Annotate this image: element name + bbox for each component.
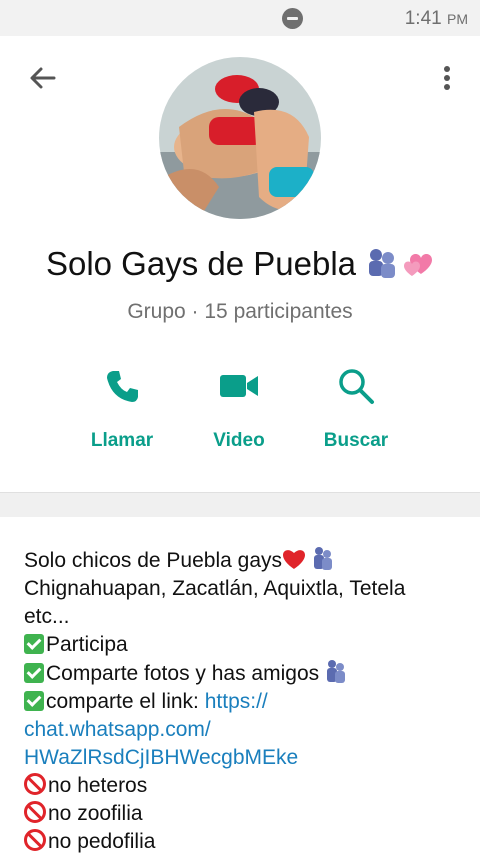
description-line: Comparte fotos y has amigos [24, 659, 464, 688]
check-mark-icon [24, 691, 44, 711]
description-line: etc... [24, 605, 70, 628]
more-vert-icon[interactable] [436, 64, 458, 94]
check-mark-icon [24, 634, 44, 654]
status-time: 1:41 PM [404, 8, 468, 29]
invite-link[interactable]: HWaZlRsdCjIBHWecgbMEke [24, 744, 464, 772]
invite-link[interactable]: https:// [205, 690, 268, 713]
group-avatar[interactable] [159, 57, 321, 219]
description-line: comparte el link: https:// [24, 688, 464, 716]
video-label: Video [213, 430, 265, 451]
description-line: Participa [24, 631, 464, 659]
arrow-left-icon[interactable] [26, 62, 58, 94]
description-line: no heteros [24, 772, 464, 800]
video-action[interactable]: Video [184, 366, 294, 452]
description-line: Solo chicos de Puebla gays [24, 546, 464, 575]
section-divider [0, 492, 480, 517]
red-heart-emoji [283, 550, 305, 569]
couple-emoji [327, 660, 346, 683]
couple-hearts-emoji [369, 249, 433, 279]
group-meta: Grupo · 15 participantes [127, 300, 353, 323]
status-bar: 1:41 PM [0, 0, 480, 36]
call-action[interactable]: Llamar [67, 366, 177, 452]
call-label: Llamar [90, 430, 154, 451]
search-icon [339, 369, 374, 404]
description-line: no zoofilia [24, 800, 464, 828]
couple-emoji [314, 547, 332, 570]
prohibited-icon [24, 829, 46, 851]
search-label: Buscar [323, 430, 389, 451]
search-action[interactable]: Buscar [301, 366, 411, 452]
group-name: Solo Gays de Puebla [45, 245, 357, 282]
group-title: Solo Gays de Puebla [0, 245, 480, 283]
video-icon [220, 375, 258, 397]
description-line: Chignahuapan, Zacatlán, Aquixtla, Tetela [24, 577, 406, 600]
prohibited-icon [24, 773, 46, 795]
check-mark-icon [24, 663, 44, 683]
description-line: no pedofilia [24, 828, 464, 856]
invite-link[interactable]: chat.whatsapp.com/ [24, 716, 464, 744]
phone-icon [107, 371, 138, 402]
group-description: Solo chicos de Puebla gays Chignahuapan,… [24, 546, 464, 856]
do-not-disturb-icon [282, 8, 303, 29]
prohibited-icon [24, 801, 46, 823]
